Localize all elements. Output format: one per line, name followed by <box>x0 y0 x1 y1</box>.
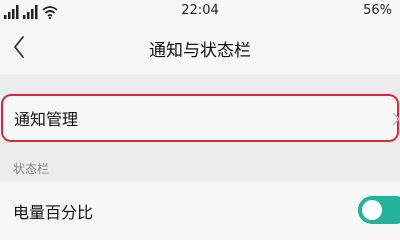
navigation-bar: 通知与状态栏 <box>0 22 400 74</box>
notification-management-item[interactable]: 通知管理 <box>1 94 400 142</box>
chevron-right-icon <box>392 112 400 126</box>
status-bar: 22:04 56% <box>0 0 400 22</box>
battery-percentage-item: 电量百分比 <box>0 182 400 240</box>
group-spacer <box>0 74 400 96</box>
toggle-knob <box>362 200 382 220</box>
battery-percentage-label: 电量百分比 <box>13 203 94 222</box>
battery-percentage-toggle[interactable] <box>358 196 400 224</box>
section-header-status-bar: 状态栏 <box>13 162 50 176</box>
notification-management-label: 通知管理 <box>14 110 79 129</box>
status-time: 22:04 <box>181 3 219 18</box>
page-title: 通知与状态栏 <box>149 41 251 61</box>
section-background <box>0 142 400 180</box>
battery-level: 56% <box>363 3 392 18</box>
